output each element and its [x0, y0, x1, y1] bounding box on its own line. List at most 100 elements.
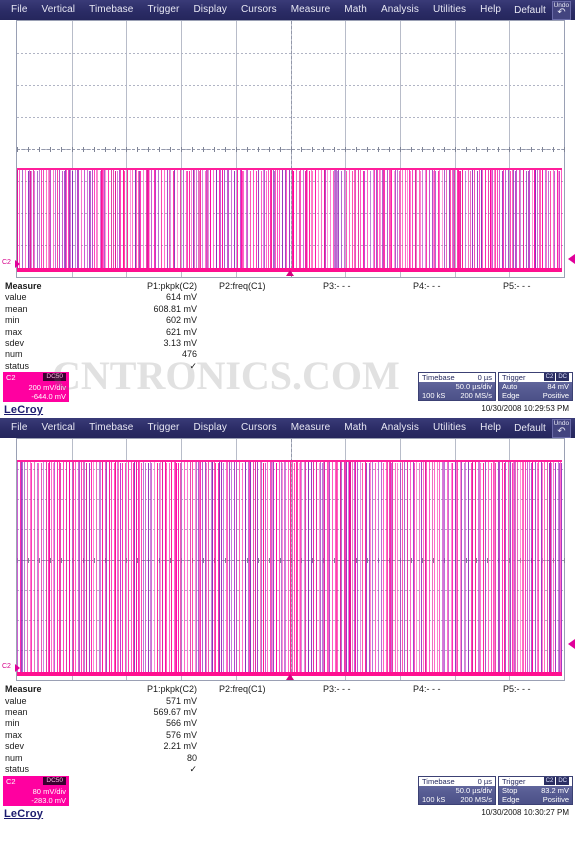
- menu-item-timebase[interactable]: Timebase: [82, 418, 140, 438]
- trace-edge: [43, 169, 44, 272]
- menu-item-cursors[interactable]: Cursors: [234, 418, 284, 438]
- undo-button[interactable]: Undo ↶: [551, 418, 571, 438]
- measure-col-p5-name[interactable]: P5:- - -: [493, 684, 575, 695]
- waveform-display-bottom[interactable]: C2: [0, 438, 575, 682]
- trace-edge: [34, 171, 35, 272]
- trigger-source-badge: C2: [543, 776, 556, 785]
- channel-coupling-badge[interactable]: DC50: [43, 776, 66, 785]
- trace-edge: [307, 168, 308, 272]
- channel-coupling-badge[interactable]: DC50: [43, 373, 66, 382]
- trace-edge: [360, 460, 361, 677]
- trace-edge: [247, 170, 248, 272]
- channel-marker-c2-top[interactable]: C2: [2, 259, 20, 268]
- menu-item-display[interactable]: Display: [186, 0, 234, 20]
- measure-table-bottom: Measure P1:pkpk(C2) P2:freq(C1) P3:- - -…: [0, 681, 575, 776]
- undo-button[interactable]: Undo ↶: [551, 0, 571, 20]
- trace-edge: [125, 463, 126, 677]
- trace-edge: [374, 168, 375, 272]
- menu-item-cursors[interactable]: Cursors: [234, 0, 284, 20]
- timebase-panel-top[interactable]: Timebase 0 µs 50.0 µs/div 100 kS 200 MS/…: [418, 372, 496, 402]
- trace-edge: [148, 463, 149, 677]
- trigger-coupling-badge: DC: [556, 373, 569, 382]
- trace-edge: [300, 169, 301, 272]
- trace-edge: [301, 460, 302, 677]
- table-row: value 571 mV: [0, 696, 575, 707]
- menu-item-measure[interactable]: Measure: [284, 418, 338, 438]
- default-setup-button[interactable]: Default: [508, 5, 552, 16]
- menu-item-display[interactable]: Display: [186, 418, 234, 438]
- measure-cell-p1-min: 566 mV: [165, 718, 197, 729]
- channel-badge-c2-top[interactable]: C2 DC50 200 mV/div -644.0 mV: [3, 372, 69, 403]
- measure-col-p3-name[interactable]: P3:- - -: [307, 684, 403, 695]
- measure-col-p3-name[interactable]: P3:- - -: [307, 281, 403, 292]
- measure-col-p1-name[interactable]: P1:pkpk(C2): [101, 684, 211, 695]
- menu-item-vertical[interactable]: Vertical: [35, 418, 83, 438]
- trace-edge: [555, 463, 556, 677]
- timebase-panel-bottom[interactable]: Timebase 0 µs 50.0 µs/div 100 kS 200 MS/…: [418, 775, 496, 805]
- trace-edge: [261, 460, 262, 677]
- channel-marker-c2-bottom[interactable]: C2: [2, 663, 20, 673]
- menu-item-trigger[interactable]: Trigger: [140, 418, 186, 438]
- menu-item-analysis[interactable]: Analysis: [374, 0, 426, 20]
- trigger-level: 84 mV: [547, 382, 569, 392]
- menu-item-help[interactable]: Help: [473, 418, 508, 438]
- measure-header-row: Measure P1:pkpk(C2) P2:freq(C1) P3:- - -…: [0, 281, 575, 292]
- menu-item-file[interactable]: File: [4, 418, 35, 438]
- trace-edge: [145, 463, 146, 677]
- menu-item-analysis[interactable]: Analysis: [374, 418, 426, 438]
- menu-item-utilities[interactable]: Utilities: [426, 0, 473, 20]
- menu-bar-bottom[interactable]: File Vertical Timebase Trigger Display C…: [0, 418, 575, 439]
- trace-edge: [346, 462, 347, 677]
- grid-tick: [148, 147, 149, 152]
- measure-row-label: min: [5, 315, 20, 326]
- measure-cell-p1-value: 614 mV: [165, 292, 197, 303]
- measure-cell-p3-mean: [307, 707, 403, 718]
- channel-badge-c2-bottom[interactable]: C2 DC50 80 mV/div -283.0 mV: [3, 775, 69, 806]
- menu-bar-top[interactable]: File Vertical Timebase Trigger Display C…: [0, 0, 575, 20]
- trace-edge: [397, 463, 398, 677]
- menu-item-math[interactable]: Math: [337, 418, 374, 438]
- menu-item-vertical[interactable]: Vertical: [35, 0, 83, 20]
- trigger-position-marker-top[interactable]: [286, 270, 294, 276]
- trigger-panel-top[interactable]: Trigger C2 DC Auto 84 mV Edge Positive: [498, 372, 573, 402]
- measure-col-p1-name[interactable]: P1:pkpk(C2): [101, 281, 211, 292]
- grid-tick: [192, 147, 193, 152]
- trace-edge: [178, 463, 179, 677]
- measure-col-p4-name[interactable]: P4:- - -: [403, 281, 493, 292]
- measure-col-p5-name[interactable]: P5:- - -: [493, 281, 575, 292]
- grid-tick: [487, 147, 488, 152]
- grid-tick: [115, 147, 116, 152]
- waveform-display-top[interactable]: C2: [0, 20, 575, 278]
- menu-item-timebase[interactable]: Timebase: [82, 0, 140, 20]
- table-row: min 566 mV: [0, 718, 575, 729]
- measure-cell-p4-value: [403, 696, 493, 707]
- trace-edge: [472, 170, 473, 272]
- measure-row-label: max: [5, 326, 23, 337]
- trace-edge: [350, 460, 351, 677]
- trace-edge: [17, 170, 18, 272]
- trigger-panel-bottom[interactable]: Trigger C2 DC Stop 83.2 mV Edge Positive: [498, 775, 573, 805]
- measure-col-p2-name[interactable]: P2:freq(C1): [211, 281, 307, 292]
- menu-item-measure[interactable]: Measure: [284, 0, 338, 20]
- menu-item-utilities[interactable]: Utilities: [426, 418, 473, 438]
- measure-col-p4-name[interactable]: P4:- - -: [403, 684, 493, 695]
- trace-edge: [523, 168, 524, 272]
- menu-item-math[interactable]: Math: [337, 0, 374, 20]
- trace-edge: [296, 168, 297, 272]
- trace-edge: [470, 171, 471, 272]
- trigger-level-marker-top[interactable]: [568, 254, 575, 264]
- trace-edge: [75, 169, 76, 272]
- menu-item-trigger[interactable]: Trigger: [140, 0, 186, 20]
- trace-edge: [553, 460, 554, 677]
- default-setup-button[interactable]: Default: [508, 423, 552, 434]
- trigger-position-marker-bottom[interactable]: [286, 674, 294, 681]
- trigger-level-marker-bottom[interactable]: [568, 639, 575, 650]
- menu-item-file[interactable]: File: [4, 0, 35, 20]
- trace-edge: [515, 461, 516, 677]
- trace-edge: [70, 168, 71, 272]
- grid-tick: [28, 147, 29, 152]
- trace-edge: [234, 461, 235, 677]
- menu-item-help[interactable]: Help: [473, 0, 508, 20]
- trace-edge: [548, 171, 549, 272]
- measure-col-p2-name[interactable]: P2:freq(C1): [211, 684, 307, 695]
